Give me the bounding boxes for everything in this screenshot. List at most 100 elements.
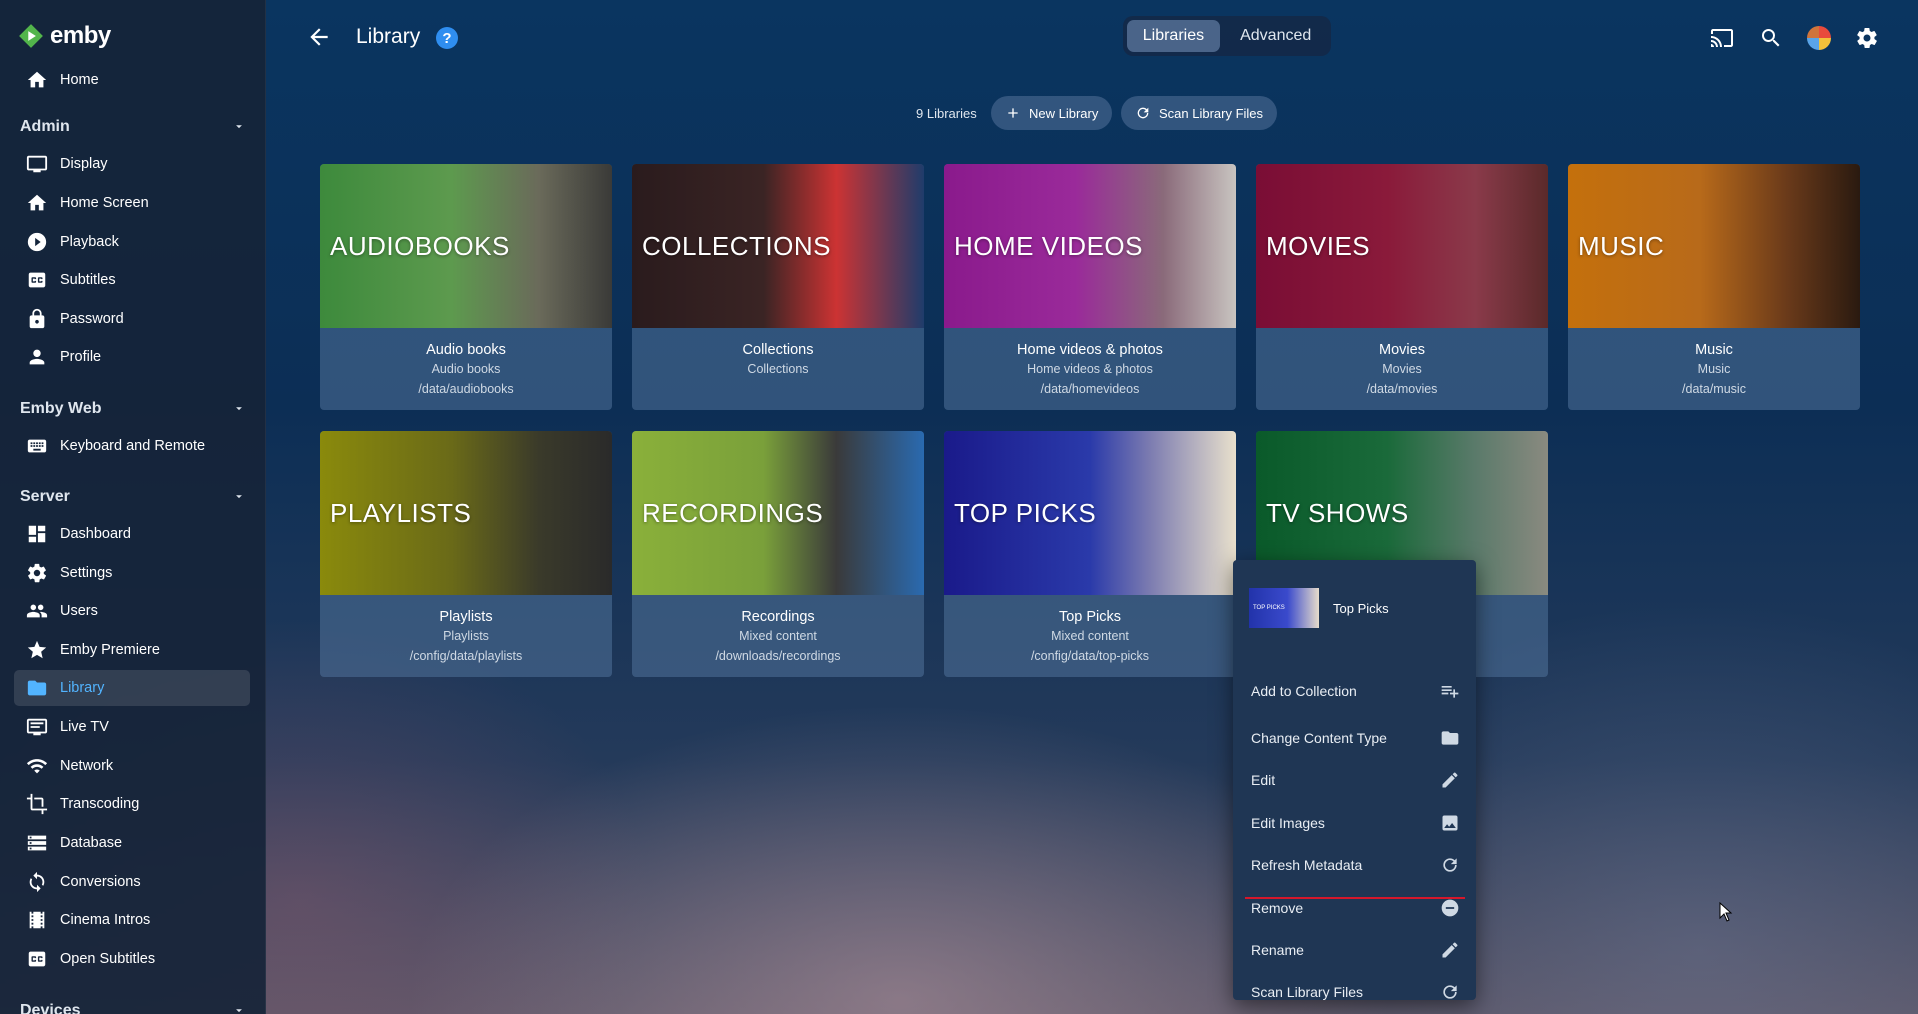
library-card-music[interactable]: MUSIC Music Music /data/music: [1568, 164, 1860, 410]
library-card-top-picks[interactable]: TOP PICKS Top Picks Mixed content /confi…: [944, 431, 1236, 677]
library-name: Recordings: [741, 609, 815, 625]
section-devices[interactable]: Devices: [20, 998, 246, 1014]
section-admin[interactable]: Admin: [20, 114, 246, 140]
menu-item-add-to-collection[interactable]: Add to Collection: [1233, 671, 1476, 711]
people-icon: [26, 604, 48, 618]
section-emby-web[interactable]: Emby Web: [20, 396, 246, 422]
menu-item-change-content-type[interactable]: Change Content Type: [1233, 718, 1476, 758]
library-card-audiobooks[interactable]: AUDIOBOOKS Audio books Audio books /data…: [320, 164, 612, 410]
library-type: Collections: [747, 362, 809, 376]
emby-logo-icon: [18, 23, 44, 49]
sidebar-item-keyboard-remote[interactable]: Keyboard and Remote: [14, 428, 250, 464]
library-path: /data/homevideos: [1040, 382, 1140, 396]
library-image: MOVIES: [1256, 164, 1548, 328]
search-button[interactable]: [1759, 26, 1785, 52]
new-library-button[interactable]: New Library: [991, 96, 1113, 130]
sidebar-item-settings[interactable]: Settings: [14, 555, 250, 591]
menu-item-rename[interactable]: Rename: [1233, 930, 1476, 970]
context-menu-header: TOP PICKS Top Picks: [1249, 588, 1389, 628]
sidebar-item-live-tv[interactable]: Live TV: [14, 709, 250, 745]
sidebar-item-cinema-intros[interactable]: Cinema Intros: [14, 902, 250, 938]
logo-text: emby: [50, 22, 111, 49]
crop-icon: [26, 793, 48, 815]
refresh-icon: [1443, 858, 1457, 872]
library-path: /downloads/recordings: [715, 649, 841, 663]
film-icon: [29, 911, 45, 929]
library-image: COLLECTIONS: [632, 164, 924, 328]
user-avatar[interactable]: [1807, 26, 1831, 50]
tab-advanced[interactable]: Advanced: [1224, 20, 1327, 52]
library-name: Collections: [742, 342, 814, 358]
cast-icon: [1711, 29, 1733, 47]
sidebar-item-dashboard[interactable]: Dashboard: [14, 516, 250, 552]
sidebar-item-subtitles[interactable]: Subtitles: [14, 262, 250, 298]
page-title: Library: [356, 25, 421, 48]
library-type: Movies: [1382, 362, 1422, 376]
sidebar-item-users[interactable]: Users: [14, 593, 250, 629]
menu-item-refresh-metadata[interactable]: Refresh Metadata: [1233, 845, 1476, 885]
sidebar-item-home[interactable]: Home: [14, 62, 250, 98]
refresh-icon: [1137, 107, 1149, 119]
section-server[interactable]: Server: [20, 484, 246, 510]
back-button[interactable]: [306, 24, 332, 50]
closed-caption-icon: [28, 951, 46, 967]
list-icon: [26, 718, 48, 736]
sidebar-item-library[interactable]: Library: [14, 670, 250, 706]
image-icon: [1442, 815, 1458, 831]
sidebar-item-display[interactable]: Display: [14, 146, 250, 182]
library-card-recordings[interactable]: RECORDINGS Recordings Mixed content /dow…: [632, 431, 924, 677]
menu-item-edit-images[interactable]: Edit Images: [1233, 803, 1476, 843]
library-image: MUSIC: [1568, 164, 1860, 328]
sidebar-item-playback[interactable]: Playback: [14, 224, 250, 260]
library-image: HOME VIDEOS: [944, 164, 1236, 328]
sidebar-item-database[interactable]: Database: [14, 825, 250, 861]
refresh-icon: [1443, 985, 1457, 999]
library-path: /config/data/playlists: [409, 649, 523, 663]
sidebar-item-home-screen[interactable]: Home Screen: [14, 185, 250, 221]
library-type: Music: [1697, 362, 1731, 376]
chevron-down-icon: [236, 407, 242, 411]
emby-logo[interactable]: emby: [18, 22, 111, 50]
library-card-home-videos[interactable]: HOME VIDEOS Home videos & photos Home vi…: [944, 164, 1236, 410]
playlist-add-icon: [1441, 686, 1459, 698]
library-path: /config/data/top-picks: [1030, 649, 1150, 663]
folder-icon: [1441, 731, 1459, 745]
sidebar-item-transcoding[interactable]: Transcoding: [14, 786, 250, 822]
library-path: /data/movies: [1366, 382, 1438, 396]
scan-library-files-button[interactable]: Scan Library Files: [1121, 96, 1278, 130]
menu-item-remove[interactable]: Remove: [1233, 888, 1476, 928]
tab-libraries[interactable]: Libraries: [1126, 20, 1221, 52]
pencil-icon: [1442, 772, 1458, 788]
sidebar: emby Home Admin Display Home Screen Play…: [0, 0, 266, 1014]
remove-highlight-underline: [1245, 897, 1465, 899]
library-name: Movies: [1379, 342, 1425, 358]
help-icon[interactable]: ?: [436, 27, 458, 49]
arrow-back-icon: [310, 28, 328, 46]
menu-item-edit[interactable]: Edit: [1233, 760, 1476, 800]
sidebar-item-open-subtitles[interactable]: Open Subtitles: [14, 941, 250, 977]
sidebar-item-password[interactable]: Password: [14, 301, 250, 337]
remove-circle-icon: [1441, 899, 1459, 917]
library-type: Home videos & photos: [1027, 362, 1153, 376]
sync-icon: [29, 871, 45, 893]
sidebar-item-emby-premiere[interactable]: Emby Premiere: [14, 632, 250, 668]
cast-button[interactable]: [1710, 26, 1736, 52]
search-icon: [1762, 29, 1780, 47]
menu-item-scan-library-files[interactable]: Scan Library Files: [1233, 972, 1476, 1012]
play-circle-icon: [27, 232, 47, 252]
home-icon: [27, 194, 47, 211]
library-card-movies[interactable]: MOVIES Movies Movies /data/movies: [1256, 164, 1548, 410]
sidebar-item-network[interactable]: Network: [14, 748, 250, 784]
library-image: AUDIOBOOKS: [320, 164, 612, 328]
plus-icon: [1008, 108, 1018, 118]
monitor-icon: [26, 155, 48, 173]
header: Library ? Libraries Advanced: [266, 0, 1918, 74]
dashboard-icon: [28, 525, 46, 543]
settings-button[interactable]: [1855, 26, 1881, 52]
library-card-collections[interactable]: COLLECTIONS Collections Collections: [632, 164, 924, 410]
sidebar-item-profile[interactable]: Profile: [14, 339, 250, 375]
library-card-playlists[interactable]: PLAYLISTS Playlists Playlists /config/da…: [320, 431, 612, 677]
sidebar-item-conversions[interactable]: Conversions: [14, 864, 250, 900]
library-name: Playlists: [439, 609, 493, 625]
context-menu: TOP PICKS Top Picks Add to Collection Ch…: [1233, 560, 1476, 1000]
